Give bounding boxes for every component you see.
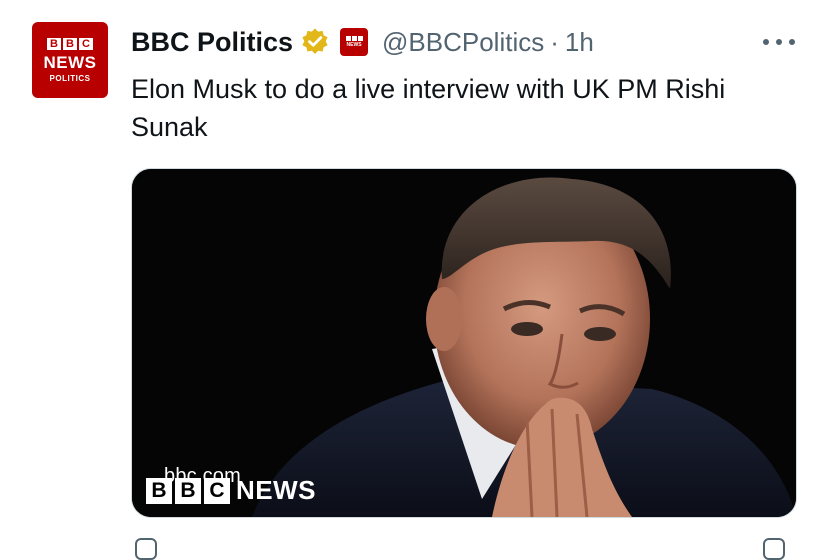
tweet[interactable]: B B C NEWS POLITICS BBC Politics NEWS @B… <box>0 0 828 560</box>
avatar-logo-blocks: B B C <box>32 38 108 50</box>
action-bar <box>131 538 795 560</box>
verified-badge-icon[interactable] <box>300 27 330 57</box>
avatar-block: B <box>63 38 77 50</box>
avatar-block: C <box>79 38 93 50</box>
watermark-block: B <box>146 477 172 504</box>
bbc-news-affiliate-icon[interactable]: NEWS <box>340 28 369 56</box>
bbc-news-watermark: B B C NEWS <box>146 475 316 506</box>
username-handle[interactable]: @BBCPolitics <box>382 27 544 58</box>
watermark-block: B <box>175 477 201 504</box>
share-icon[interactable] <box>763 538 785 560</box>
tweet-media-image[interactable]: bbc.com B B C NEWS <box>131 168 797 518</box>
avatar[interactable]: B B C NEWS POLITICS <box>32 22 108 98</box>
avatar-politics-text: POLITICS <box>49 74 91 83</box>
tweet-header: BBC Politics NEWS @BBCPolitics · 1h <box>131 22 594 62</box>
tweet-text: Elon Musk to do a live interview with UK… <box>131 74 726 142</box>
more-options-icon[interactable] <box>763 32 795 52</box>
display-name[interactable]: BBC Politics <box>131 27 293 58</box>
reply-icon[interactable] <box>135 538 157 560</box>
watermark-news-text: NEWS <box>236 475 316 505</box>
avatar-news-text: NEWS <box>43 53 97 72</box>
timestamp[interactable]: 1h <box>565 27 594 58</box>
avatar-block: B <box>47 38 61 50</box>
separator-dot: · <box>550 26 559 57</box>
watermark-block: C <box>204 477 230 504</box>
